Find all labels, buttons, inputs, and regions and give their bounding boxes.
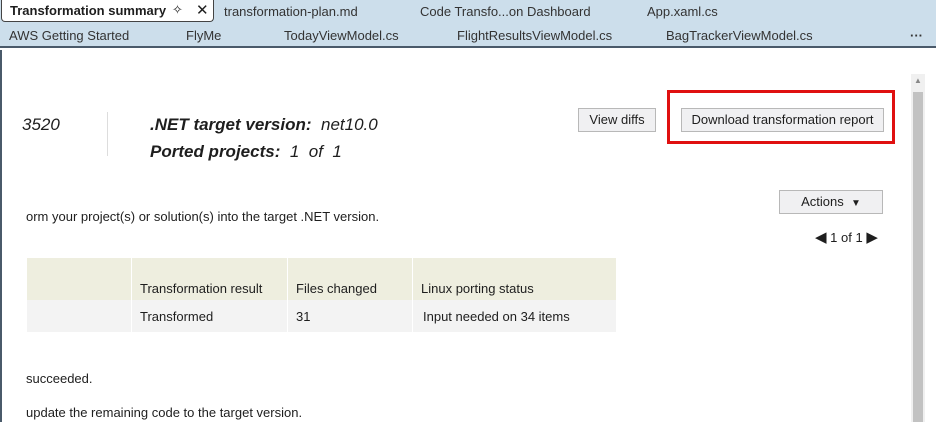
- ported-projects-label: Ported projects:: [150, 142, 281, 161]
- prev-page-icon[interactable]: ◀: [815, 229, 827, 246]
- close-icon[interactable]: ✕: [196, 1, 209, 19]
- tab-code-transformation-dashboard[interactable]: Code Transfo...on Dashboard: [420, 4, 591, 19]
- scroll-up-icon[interactable]: ▲: [914, 76, 922, 85]
- document-tab-row-2: AWS Getting Started FlyMe TodayViewModel…: [0, 24, 936, 48]
- document-tab-row: Transformation summary ✧ ✕ transformatio…: [0, 0, 936, 24]
- target-version-value: net10.0: [321, 115, 378, 134]
- next-page-icon[interactable]: ▶: [866, 229, 878, 246]
- actions-button[interactable]: Actions ▼: [779, 190, 883, 214]
- vertical-scrollbar[interactable]: ▲: [911, 74, 925, 422]
- cell-linux-status: Input needed on 34 items: [412, 300, 616, 332]
- col-files-changed: Files changed: [287, 258, 413, 300]
- ported-count: 1: [289, 142, 300, 161]
- pager-current: 1: [830, 230, 838, 245]
- pager-of: of: [841, 230, 852, 245]
- col-project: [26, 258, 132, 300]
- col-linux-porting-status: Linux porting status: [412, 258, 616, 300]
- download-report-button[interactable]: Download transformation report: [681, 108, 884, 132]
- divider: [107, 112, 108, 156]
- tab-flight-results-view-model[interactable]: FlightResultsViewModel.cs: [457, 28, 612, 43]
- actions-label: Actions: [801, 194, 844, 209]
- tab-bag-tracker-view-model[interactable]: BagTrackerViewModel.cs: [666, 28, 813, 43]
- tab-flyme[interactable]: FlyMe: [186, 28, 221, 43]
- dropdown-arrow-icon: ▼: [850, 198, 861, 209]
- table-header-row: Transformation result Files changed Linu…: [26, 258, 616, 300]
- tab-aws-getting-started[interactable]: AWS Getting Started: [9, 28, 129, 43]
- view-diffs-button[interactable]: View diffs: [578, 108, 656, 132]
- target-version: .NET target version: net10.0: [150, 115, 378, 135]
- col-transformation-result: Transformation result: [131, 258, 288, 300]
- tab-transformation-plan[interactable]: transformation-plan.md: [224, 4, 358, 19]
- tab-overflow-button[interactable]: ···: [910, 28, 923, 43]
- pager: ◀ 1 of 1 ▶: [815, 228, 878, 246]
- note-succeeded: succeeded.: [26, 371, 93, 386]
- ported-of: of: [308, 142, 323, 161]
- cell-result: Transformed: [131, 300, 288, 332]
- cell-project: [26, 300, 132, 332]
- results-table: Transformation result Files changed Linu…: [26, 258, 616, 332]
- tab-today-view-model[interactable]: TodayViewModel.cs: [284, 28, 399, 43]
- job-id-fragment: 3520: [22, 115, 60, 134]
- pager-total: 1: [855, 230, 863, 245]
- cell-files-changed: 31: [287, 300, 413, 332]
- note-update: update the remaining code to the target …: [26, 405, 303, 420]
- tab-label: Transformation summary: [10, 3, 167, 18]
- scrollbar-thumb[interactable]: [913, 92, 923, 422]
- table-row[interactable]: Transformed 31 Input needed on 34 items: [26, 300, 616, 332]
- target-version-label: .NET target version:: [150, 115, 312, 134]
- ported-total: 1: [332, 142, 342, 161]
- tab-transformation-summary[interactable]: Transformation summary ✧ ✕: [1, 0, 214, 22]
- pin-icon[interactable]: ✧: [172, 2, 183, 18]
- description-text: orm your project(s) or solution(s) into …: [26, 209, 380, 224]
- tab-app-xaml-cs[interactable]: App.xaml.cs: [647, 4, 718, 19]
- ported-projects: Ported projects: 1 of 1: [150, 142, 342, 162]
